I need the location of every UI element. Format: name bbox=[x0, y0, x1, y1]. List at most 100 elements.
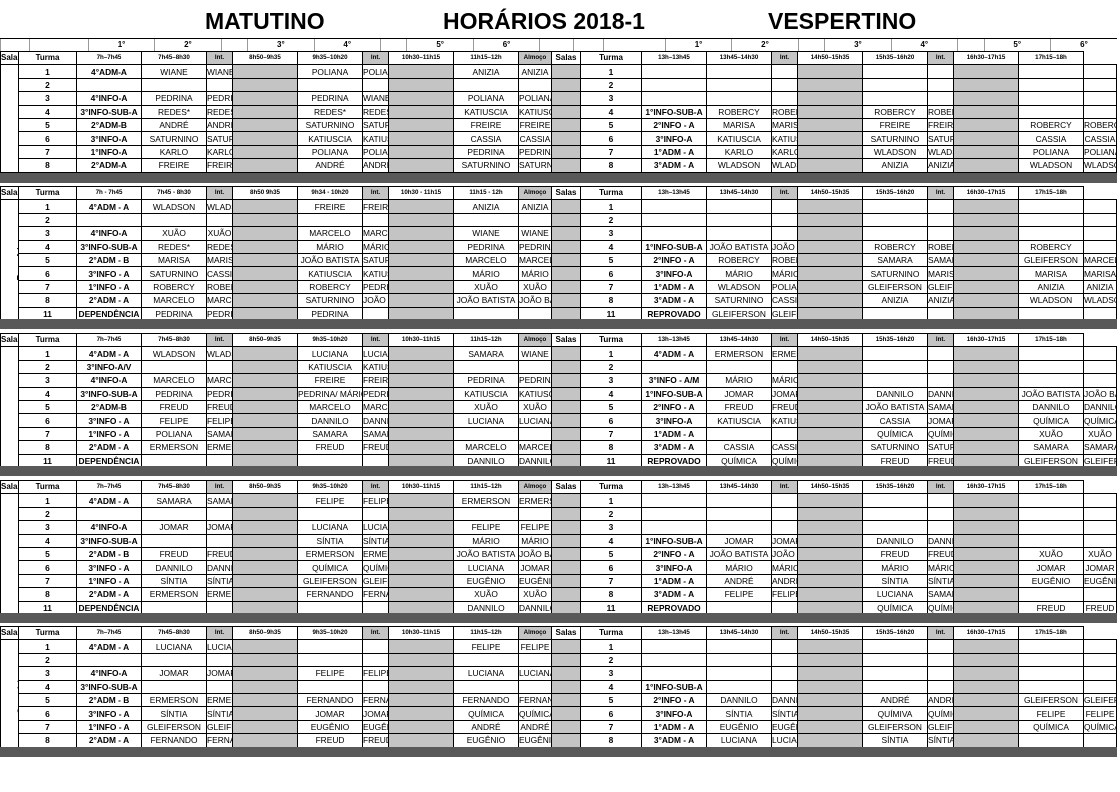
teacher-cell: ERMERSON bbox=[706, 346, 772, 361]
room-number: 2 bbox=[580, 652, 642, 668]
teacher-cell bbox=[518, 679, 552, 694]
table-row: Terça-feira14°ADM - AWLADSONWLADSONFREIR… bbox=[0, 199, 1117, 321]
class-name bbox=[641, 91, 707, 106]
break-cell bbox=[551, 239, 581, 254]
break-cell bbox=[953, 64, 1019, 79]
teacher-cell bbox=[297, 652, 363, 668]
teacher-cell: REDES* bbox=[206, 239, 233, 254]
teacher-cell bbox=[862, 212, 928, 228]
teacher-cell bbox=[862, 346, 928, 361]
teacher-cell: ERMERSON bbox=[771, 346, 798, 361]
break-cell bbox=[388, 158, 454, 173]
teacher-cell bbox=[297, 639, 363, 654]
break-cell bbox=[551, 266, 581, 281]
class-name: 2°ADM - A bbox=[76, 733, 142, 748]
teacher-cell: XUÃO bbox=[141, 226, 207, 241]
teacher-cell: ANDRÉ bbox=[862, 692, 928, 708]
column-header: 13h45–14h30 bbox=[706, 185, 772, 201]
class-name: 2°ADM-A bbox=[76, 158, 142, 173]
break-cell bbox=[388, 212, 454, 228]
teacher-cell: EUGÊNIO bbox=[362, 719, 389, 735]
break-cell bbox=[953, 131, 1019, 146]
period-label: 4° bbox=[890, 38, 958, 51]
period-spacer bbox=[572, 38, 604, 51]
column-header: 14h50–15h35 bbox=[797, 332, 863, 348]
teacher-cell: SAMARA bbox=[1083, 440, 1117, 455]
column-header: Turma bbox=[18, 332, 77, 348]
column-header: 8h50–9h35 bbox=[232, 332, 298, 348]
teacher-cell: KARLO bbox=[206, 144, 233, 160]
teacher-cell: KATIUSCIA bbox=[297, 359, 363, 375]
class-name: 1°INFO - A bbox=[76, 426, 142, 442]
room-number: 7 bbox=[18, 426, 77, 442]
teacher-cell: QUÍMICA bbox=[1018, 719, 1084, 735]
column-header: 13h–13h45 bbox=[641, 479, 707, 495]
teacher-cell: WIANE bbox=[141, 64, 207, 79]
break-cell bbox=[953, 104, 1019, 119]
break-cell bbox=[797, 493, 863, 508]
class-name bbox=[641, 666, 707, 681]
room-number: 1 bbox=[580, 639, 642, 654]
teacher-cell: EUGÊNIO bbox=[297, 719, 363, 735]
break-cell bbox=[797, 104, 863, 119]
teacher-cell: MARCELO bbox=[518, 440, 552, 455]
room-number: 2 bbox=[18, 506, 77, 522]
class-name: 3°ADM - A bbox=[641, 158, 707, 173]
teacher-cell: FREUD bbox=[927, 546, 954, 562]
teacher-cell: DANNILO bbox=[927, 386, 954, 401]
table-row: 63°INFO - ADANNILODANNILOQUÍMICAQUÍMICAL… bbox=[1, 560, 1117, 575]
break-cell bbox=[232, 639, 298, 654]
table-row: 71°INFO-AKARLOKARLOPOLIANAPOLIANAPEDRINA… bbox=[1, 144, 1117, 160]
class-name: 3°INFO - A bbox=[76, 413, 142, 428]
teacher-cell: ANIZIA bbox=[518, 199, 552, 214]
day-schedule-table: SalasTurma7h–7h457h45–8h30Int.8h50–9h359… bbox=[0, 625, 1117, 748]
column-header: 16h30–17h15 bbox=[953, 332, 1019, 348]
teacher-cell: FREIRE bbox=[362, 373, 389, 388]
room-number: 6 bbox=[18, 131, 77, 146]
teacher-cell: POLIANA bbox=[1083, 144, 1117, 160]
break-cell bbox=[388, 104, 454, 119]
teacher-cell: JOMAR bbox=[141, 520, 207, 535]
teacher-cell: FREIRE bbox=[362, 199, 389, 214]
teacher-cell: KATIUSCIA bbox=[453, 104, 519, 119]
teacher-cell: SÍNTIA bbox=[206, 573, 233, 589]
teacher-cell: FREUD bbox=[206, 546, 233, 562]
teacher-cell: ERMERSON bbox=[141, 587, 207, 602]
column-header: Salas bbox=[551, 479, 581, 495]
teacher-cell: ANIZIA bbox=[518, 64, 552, 79]
break-cell bbox=[797, 252, 863, 268]
teacher-cell: CASSIA bbox=[771, 440, 798, 455]
teacher-cell bbox=[362, 639, 389, 654]
period-spacer bbox=[602, 38, 666, 51]
teacher-cell: DANNILO bbox=[1018, 399, 1084, 415]
room-number: 3 bbox=[18, 666, 77, 681]
teacher-cell: FERNANDO bbox=[297, 587, 363, 602]
room-number: 1 bbox=[18, 346, 77, 361]
break-cell bbox=[388, 252, 454, 268]
column-header: 15h35–16h20 bbox=[862, 625, 928, 641]
teacher-cell bbox=[706, 639, 772, 654]
teacher-cell: ANIZIA bbox=[1018, 279, 1084, 295]
column-header: 8h50–9h35 bbox=[232, 479, 298, 495]
break-cell bbox=[551, 493, 581, 508]
class-name: 4°ADM - A bbox=[76, 346, 142, 361]
teacher-cell bbox=[927, 91, 954, 106]
afternoon-title: VESPERTINO bbox=[768, 8, 917, 34]
teacher-cell bbox=[927, 359, 954, 375]
teacher-cell: MARCELO bbox=[362, 399, 389, 415]
break-cell bbox=[953, 493, 1019, 508]
class-name: 2°ADM - A bbox=[76, 440, 142, 455]
break-cell bbox=[388, 639, 454, 654]
break-cell bbox=[388, 587, 454, 602]
room-number: 3 bbox=[18, 520, 77, 535]
break-cell bbox=[388, 64, 454, 79]
room-number: 8 bbox=[580, 158, 642, 173]
table-row: 34°INFO-AJOMARJOMARFELIPEFELIPELUCIANALU… bbox=[1, 666, 1117, 681]
teacher-cell: ROBERCY bbox=[1083, 117, 1117, 133]
teacher-cell: ANIZIA bbox=[927, 293, 954, 308]
column-header: 15h35–16h20 bbox=[862, 185, 928, 201]
teacher-cell: ANDRÉ bbox=[771, 573, 798, 589]
column-header: 17h15–18h bbox=[1018, 479, 1084, 495]
teacher-cell bbox=[927, 652, 954, 668]
teacher-cell: JOÃO BATISTA bbox=[362, 293, 389, 308]
